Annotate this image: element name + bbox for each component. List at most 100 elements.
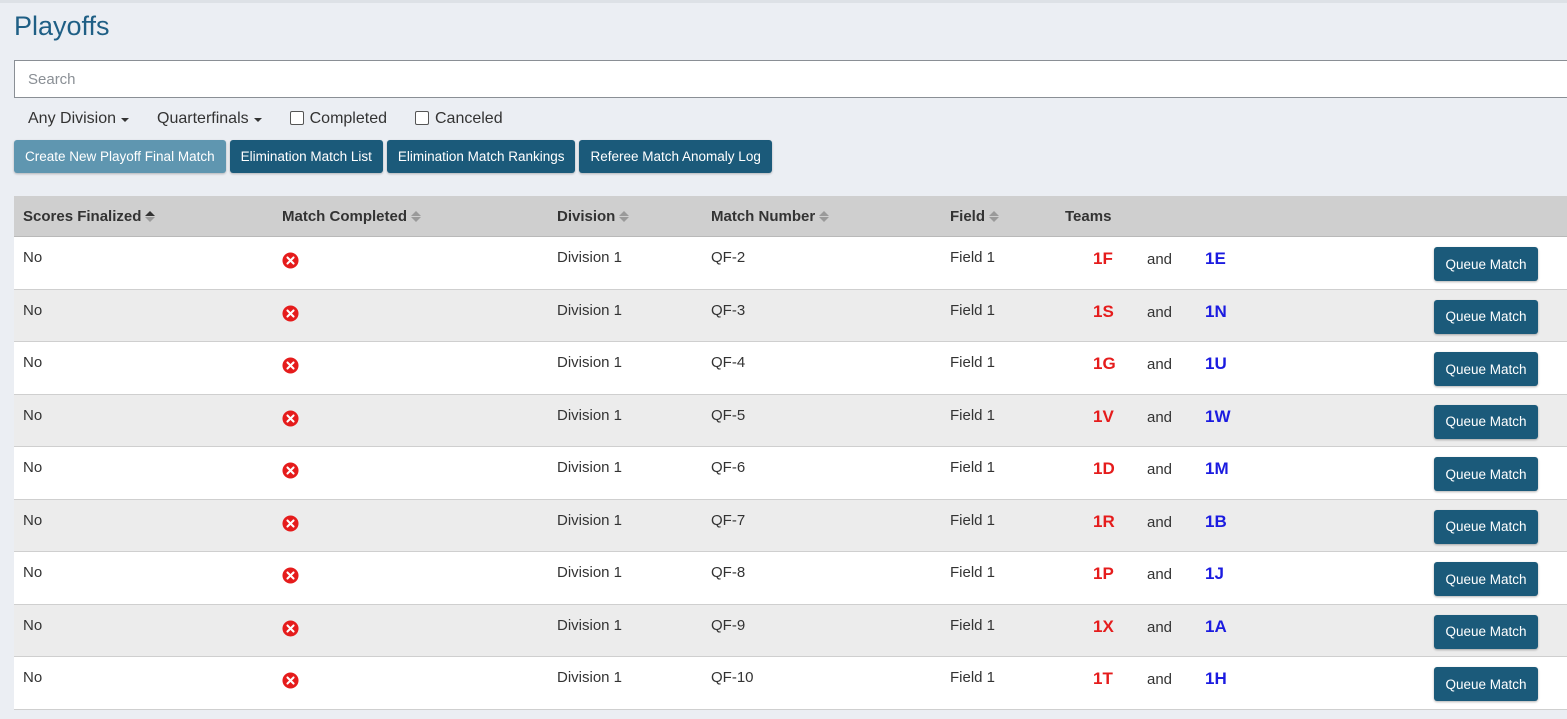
division-cell: Division 1 xyxy=(557,564,623,581)
x-circle-icon xyxy=(282,567,299,584)
x-circle-icon xyxy=(282,357,299,374)
queue-match-button[interactable]: Queue Match xyxy=(1434,299,1538,334)
column-header-division[interactable]: Division xyxy=(557,196,630,236)
blue-team: 1N xyxy=(1205,301,1227,321)
referee-match-anomaly-log-button[interactable]: Referee Match Anomaly Log xyxy=(579,140,772,173)
match-table-body: No Division 1 QF-2 Field 1 1F and 1E Que… xyxy=(14,237,1567,710)
sort-icon xyxy=(145,210,156,222)
sort-icon xyxy=(989,210,1000,222)
match-number-cell: QF-2 xyxy=(711,249,746,266)
column-header-label: Match Number xyxy=(711,207,816,225)
checkbox-box[interactable] xyxy=(289,110,304,125)
division-cell: Division 1 xyxy=(557,406,623,424)
scores-finalized-cell: No xyxy=(23,301,43,319)
checkbox-box[interactable] xyxy=(415,110,429,125)
scores-finalized-cell: No xyxy=(23,406,43,424)
division-cell: Division 1 xyxy=(557,459,623,476)
round-dropdown[interactable]: Quarterfinals xyxy=(157,110,262,128)
column-header-field[interactable]: Field xyxy=(950,196,1000,236)
table-row: No Division 1 QF-9 Field 1 1X and 1A Que… xyxy=(14,604,1567,657)
column-header-match-completed[interactable]: Match Completed xyxy=(282,196,422,236)
x-circle-icon xyxy=(282,514,299,532)
canceled-checkbox-label: Canceled xyxy=(435,110,503,127)
division-cell: Division 1 xyxy=(557,249,623,266)
and-text: and xyxy=(1147,566,1173,583)
table-header: Scores Finalized Match Completed Divisio… xyxy=(14,196,1567,237)
match-number-cell: QF-10 xyxy=(711,669,754,686)
table-row: No Division 1 QF-5 Field 1 1V and 1W Que… xyxy=(14,394,1567,447)
division-cell: Division 1 xyxy=(557,301,623,319)
field-cell: Field 1 xyxy=(950,669,996,686)
scores-finalized-cell: No xyxy=(23,669,43,686)
scores-finalized-cell: No xyxy=(23,511,43,529)
caret-down-icon xyxy=(121,118,130,122)
queue-match-button[interactable]: Queue Match xyxy=(1434,247,1538,281)
column-header-teams: Teams xyxy=(1065,196,1111,236)
x-circle-icon xyxy=(282,252,299,269)
table-row: No Division 1 QF-4 Field 1 1G and 1U Que… xyxy=(14,342,1567,395)
column-header-scores-finalized[interactable]: Scores Finalized xyxy=(23,196,156,236)
match-number-cell: QF-7 xyxy=(711,511,746,529)
red-team: 1D xyxy=(1093,459,1115,478)
queue-match-button[interactable]: Queue Match xyxy=(1434,614,1538,649)
top-border xyxy=(0,0,1567,3)
red-team: 1T xyxy=(1093,669,1113,688)
field-cell: Field 1 xyxy=(950,616,996,634)
elimination-match-list-button[interactable]: Elimination Match List xyxy=(229,140,383,173)
blue-team: 1U xyxy=(1205,354,1227,373)
elimination-match-rankings-button[interactable]: Elimination Match Rankings xyxy=(386,140,576,173)
blue-team: 1A xyxy=(1205,616,1227,636)
match-number-cell: QF-6 xyxy=(711,459,746,476)
blue-team: 1B xyxy=(1205,511,1227,531)
blue-team: 1J xyxy=(1205,564,1224,583)
division-cell: Division 1 xyxy=(557,616,623,634)
field-cell: Field 1 xyxy=(950,249,996,266)
and-text: and xyxy=(1147,618,1173,636)
division-dropdown-label: Any Division xyxy=(28,110,117,127)
queue-match-button[interactable]: Queue Match xyxy=(1434,404,1538,439)
red-team: 1F xyxy=(1093,249,1113,268)
field-cell: Field 1 xyxy=(950,301,996,319)
completed-checkbox[interactable]: Completed xyxy=(289,110,387,128)
table-row: No Division 1 QF-10 Field 1 1T and 1H Qu… xyxy=(14,657,1567,710)
column-header-label: Teams xyxy=(1065,207,1112,225)
table-row: No Division 1 QF-6 Field 1 1D and 1M Que… xyxy=(14,447,1567,500)
page-title: Playoffs xyxy=(14,11,110,41)
red-team: 1P xyxy=(1093,564,1114,583)
x-circle-icon xyxy=(282,409,299,427)
red-team: 1R xyxy=(1093,511,1115,531)
table-row: No Division 1 QF-7 Field 1 1R and 1B Que… xyxy=(14,499,1567,552)
division-dropdown[interactable]: Any Division xyxy=(28,110,130,128)
queue-match-button[interactable]: Queue Match xyxy=(1434,457,1538,491)
table-row: No Division 1 QF-2 Field 1 1F and 1E Que… xyxy=(14,237,1567,290)
red-team: 1S xyxy=(1093,301,1114,321)
blue-team: 1M xyxy=(1205,459,1229,478)
field-cell: Field 1 xyxy=(950,564,996,581)
column-header-match-number[interactable]: Match Number xyxy=(711,196,830,236)
scores-finalized-cell: No xyxy=(23,249,43,266)
column-header-label: Scores Finalized xyxy=(23,207,142,225)
field-cell: Field 1 xyxy=(950,459,996,476)
match-number-cell: QF-5 xyxy=(711,406,746,424)
x-circle-icon xyxy=(282,672,299,689)
x-circle-icon xyxy=(282,304,299,322)
division-cell: Division 1 xyxy=(557,669,623,686)
blue-team: 1H xyxy=(1205,669,1227,688)
queue-match-button[interactable]: Queue Match xyxy=(1434,667,1538,701)
round-dropdown-label: Quarterfinals xyxy=(157,110,249,127)
create-playoff-final-match-button[interactable]: Create New Playoff Final Match xyxy=(14,140,226,173)
scores-finalized-cell: No xyxy=(23,616,43,634)
search-input[interactable] xyxy=(14,60,1567,98)
field-cell: Field 1 xyxy=(950,354,996,371)
red-team: 1X xyxy=(1093,616,1114,636)
field-cell: Field 1 xyxy=(950,511,996,529)
blue-team: 1W xyxy=(1205,406,1231,426)
queue-match-button[interactable]: Queue Match xyxy=(1434,509,1538,544)
queue-match-button[interactable]: Queue Match xyxy=(1434,562,1538,596)
and-text: and xyxy=(1147,356,1173,373)
canceled-checkbox[interactable]: Canceled xyxy=(415,110,503,128)
match-number-cell: QF-4 xyxy=(711,354,746,371)
sort-icon xyxy=(411,210,422,222)
queue-match-button[interactable]: Queue Match xyxy=(1434,352,1538,386)
scores-finalized-cell: No xyxy=(23,354,43,371)
